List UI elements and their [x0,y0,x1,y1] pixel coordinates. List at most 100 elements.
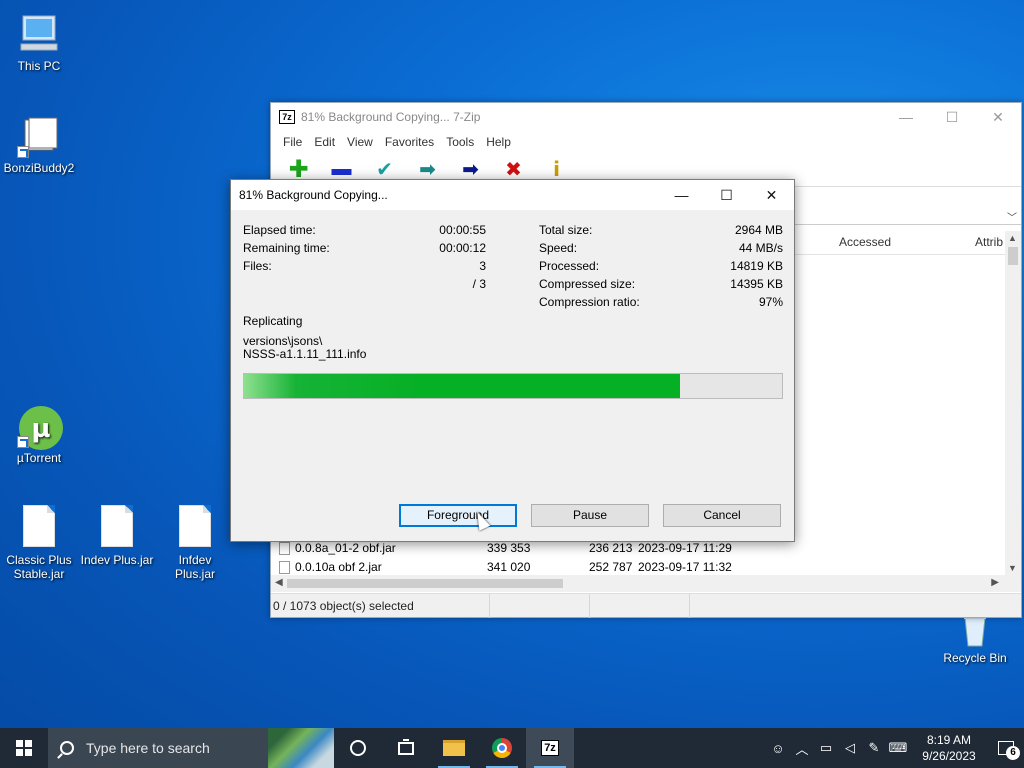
desktop-icon-label: Infdev Plus.jar [174,553,215,581]
file-icon [23,505,55,547]
file-icon [101,505,133,547]
desktop-icon-label: This PC [17,59,61,73]
cortana-button[interactable] [334,728,382,768]
file-name: 0.0.8a_01-2 obf.jar [295,541,396,555]
speed-value: 44 MB/s [738,241,783,255]
scroll-thumb[interactable] [1008,247,1018,265]
menu-file[interactable]: File [277,135,308,149]
file-size: 339 353 [487,541,531,555]
file-size: 341 020 [487,560,531,574]
file-explorer-icon [443,740,465,756]
scroll-thumb[interactable] [287,579,563,588]
current-file: NSSS-a1.1.11_111.info [243,347,367,361]
menu-favorites[interactable]: Favorites [379,135,440,149]
keyboard-icon[interactable]: ⌨ [886,740,910,756]
cortana-icon [350,740,366,756]
scroll-left-arrow-icon[interactable]: ◀ [275,577,283,588]
taskbar-file-explorer[interactable] [430,728,478,768]
menu-tools[interactable]: Tools [440,135,480,149]
start-button[interactable] [0,728,48,768]
vertical-scrollbar[interactable]: ▲ ▼ [1005,231,1021,575]
minimize-button[interactable]: — [883,103,929,131]
compression-ratio-label: Compression ratio: [539,295,640,309]
compression-ratio-value: 97% [758,295,783,309]
7zip-icon: 7z [279,110,295,124]
pause-button[interactable]: Pause [531,504,649,527]
foreground-button[interactable]: Foreground [399,504,517,527]
taskbar-chrome[interactable] [478,728,526,768]
system-tray: ☺ ︿ ▭ ◁ ✎ ⌨ 8:19 AM 9/26/2023 6 [766,728,1024,768]
notification-count: 6 [1006,746,1020,760]
close-button[interactable]: ✕ [975,103,1021,131]
total-size-value: 2964 MB [734,223,783,237]
scroll-down-arrow-icon[interactable]: ▼ [1008,563,1017,573]
pen-icon[interactable]: ✎ [862,740,886,756]
dialog-title: 81% Background Copying... [239,188,388,202]
scroll-up-arrow-icon[interactable]: ▲ [1008,233,1017,243]
progress-dialog[interactable]: 81% Background Copying... — ☐ ✕ Elapsed … [230,179,795,542]
file-modified: 2023-09-17 11:29 [638,541,732,555]
menu-view[interactable]: View [341,135,379,149]
maximize-button[interactable]: ☐ [929,103,975,131]
volume-muted-icon[interactable]: ◁ [838,740,862,756]
search-icon [60,741,74,755]
svg-text:µ: µ [31,414,50,444]
taskbar-7zip[interactable]: 7z [526,728,574,768]
taskbar-search[interactable]: Type here to search [48,728,334,768]
status-cell [590,593,690,618]
minimize-button[interactable]: — [659,180,704,210]
remaining-time-label: Remaining time: [243,241,330,255]
folder-shortcut-icon [17,114,61,158]
desktop-icon-recycle-bin[interactable]: Recycle Bin [937,612,1013,665]
total-size-label: Total size: [539,223,593,237]
desktop-icon-utorrent[interactable]: µ µTorrent [1,404,77,465]
file-name: 0.0.10a obf 2.jar [295,560,382,574]
status-selection: 0 / 1073 object(s) selected [271,593,490,618]
progress-bar-fill [244,374,680,398]
notification-center-button[interactable]: 6 [988,728,1024,768]
task-view-button[interactable] [382,728,430,768]
windows-logo-icon [16,740,32,756]
operation-label: Replicating [243,314,303,328]
desktop-icon-classic-plus[interactable]: Classic Plus Stable.jar [1,505,77,581]
scroll-right-arrow-icon[interactable]: ▶ [991,577,999,588]
shortcut-arrow-icon [17,436,29,448]
clock-date: 9/26/2023 [922,749,976,763]
file-manager-titlebar[interactable]: 7z 81% Background Copying... 7-Zip — ☐ ✕ [271,103,1021,131]
desktop-icon-label: BonziBuddy2 [3,161,75,175]
status-bar: 0 / 1073 object(s) selected [271,593,1021,618]
desktop-icon-this-pc[interactable]: This PC [1,12,77,73]
file-packed-size: 236 213 [589,541,633,555]
desktop-icon-bonzibuddy2[interactable]: BonziBuddy2 [1,114,77,175]
column-attributes[interactable]: Attrib [975,235,1003,249]
close-button[interactable]: ✕ [749,180,794,210]
horizontal-scrollbar[interactable]: ◀ ▶ [271,575,1021,592]
clock-time: 8:19 AM [926,733,972,747]
desktop-icon-infdev-plus[interactable]: Infdev Plus.jar [157,505,233,581]
elapsed-time-value: 00:00:55 [439,223,486,237]
file-icon [279,542,290,555]
column-accessed[interactable]: Accessed [839,235,891,249]
chrome-icon [492,738,512,758]
chevron-down-icon[interactable]: ﹀ [1007,209,1017,224]
people-icon[interactable]: ☺ [766,741,790,756]
cancel-button[interactable]: Cancel [663,504,781,527]
menu-help[interactable]: Help [480,135,517,149]
window-title: 81% Background Copying... 7-Zip [301,110,481,124]
processed-value: 14819 KB [730,259,783,273]
search-placeholder: Type here to search [86,740,210,756]
processed-label: Processed: [539,259,600,273]
dialog-titlebar[interactable]: 81% Background Copying... — ☐ ✕ [231,180,794,210]
desktop-icon-label: Recycle Bin [943,651,1007,665]
menu-edit[interactable]: Edit [308,135,341,149]
desktop-icon-label: µTorrent [16,451,62,465]
search-highlight-image [268,728,334,768]
chevron-up-icon[interactable]: ︿ [790,739,814,758]
shortcut-arrow-icon [17,146,29,158]
compressed-size-label: Compressed size: [539,277,636,291]
maximize-button[interactable]: ☐ [704,180,749,210]
file-modified: 2023-09-17 11:32 [638,560,732,574]
network-icon[interactable]: ▭ [814,740,838,756]
clock[interactable]: 8:19 AM 9/26/2023 [910,732,988,764]
desktop-icon-indev-plus[interactable]: Indev Plus.jar [79,505,155,567]
